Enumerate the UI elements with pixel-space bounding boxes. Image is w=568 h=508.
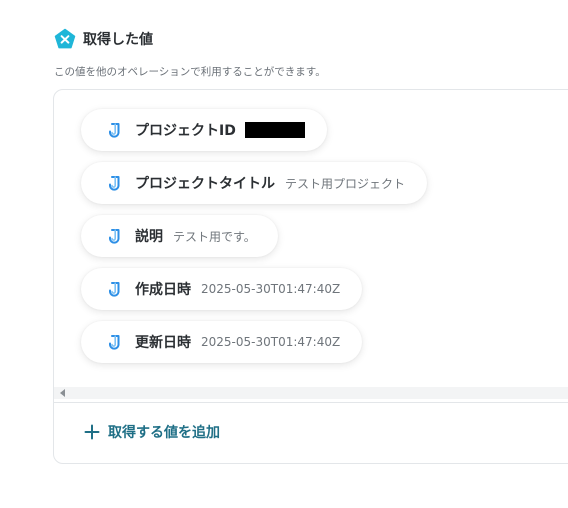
jira-logo-icon [109,123,120,138]
value-text: テスト用プロジェクト [285,176,406,191]
value-label: プロジェクトタイトル [135,176,275,192]
value-pill-created-at[interactable]: 作成日時 2025-05-30T01:47:40Z [81,268,363,310]
value-pill-description[interactable]: 説明 テスト用です。 [81,215,278,257]
values-scroll-area[interactable]: プロジェクトID プロジェクトタイトル テスト用プロジェクト 説明 テスト用です… [54,90,568,387]
jira-logo-icon [109,282,120,297]
section-title: 取得した値 [83,32,153,48]
value-pill-project-id[interactable]: プロジェクトID [81,109,327,151]
value-label: 作成日時 [135,282,191,298]
scroll-left-arrow-icon[interactable] [60,389,65,397]
jira-logo-icon [109,176,120,191]
redacted-value [244,122,305,138]
value-pill-updated-at[interactable]: 更新日時 2025-05-30T01:47:40Z [81,321,363,363]
value-text: テスト用です。 [173,229,256,244]
section-description: この値を他のオペレーションで利用することができます。 [54,66,326,78]
add-value-label: 取得する値を追加 [108,425,220,441]
value-pill-project-title[interactable]: プロジェクトタイトル テスト用プロジェクト [81,162,428,204]
jira-logo-icon [109,335,120,350]
divider [54,402,568,403]
jira-logo-icon [109,229,120,244]
value-label: 説明 [135,229,163,245]
yoom-x-badge-icon [54,28,76,49]
value-text: 2025-05-30T01:47:40Z [201,282,341,296]
value-label: プロジェクトID [135,123,236,139]
value-label: 更新日時 [135,335,191,351]
horizontal-scrollbar[interactable] [54,387,568,399]
values-panel: プロジェクトID プロジェクトタイトル テスト用プロジェクト 説明 テスト用です… [53,89,568,464]
value-text: 2025-05-30T01:47:40Z [201,335,341,349]
plus-icon [84,424,100,440]
section-header: 取得した値 [54,28,153,50]
add-value-button[interactable]: 取得する値を追加 [84,422,220,442]
